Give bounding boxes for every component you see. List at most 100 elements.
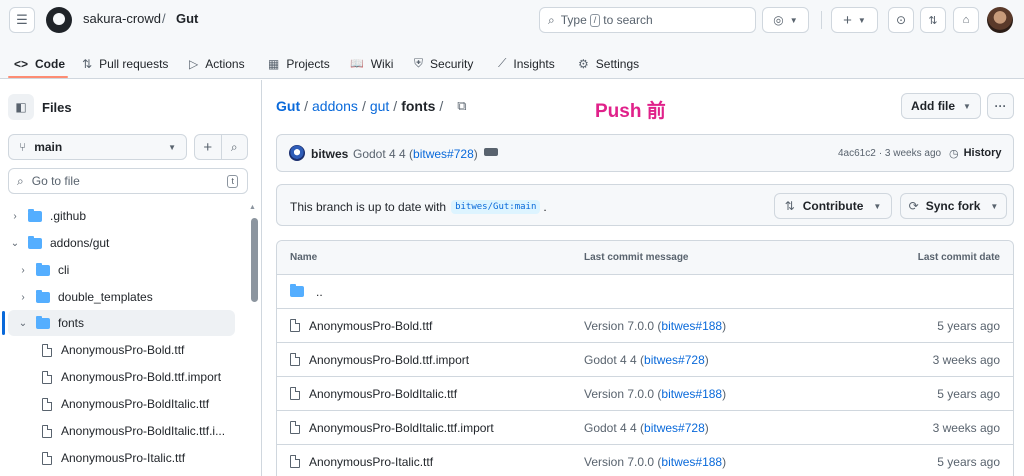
active-tab-indicator (8, 76, 68, 78)
tree-item-cli[interactable]: › cli (8, 257, 235, 283)
tree-item-file[interactable]: AnonymousPro-Italic.ttf (8, 445, 235, 471)
file-link[interactable]: AnonymousPro-BoldItalic.ttf.import (309, 421, 494, 435)
breadcrumb-current: fonts (401, 98, 436, 114)
row-commit-date: 5 years ago (937, 386, 1000, 401)
row-commit-link[interactable]: bitwes#728 (644, 421, 705, 435)
tree-item-label: .github (50, 209, 87, 223)
chevron-right-icon[interactable]: › (16, 292, 30, 303)
row-commit-link[interactable]: bitwes#188 (661, 455, 722, 469)
table-row-parent[interactable]: .. (276, 274, 1014, 308)
tab-actions[interactable]: ▷ Actions (189, 48, 245, 79)
tab-pull-requests[interactable]: ⇅ Pull requests (82, 48, 168, 79)
sync-fork-label: Sync fork (925, 199, 981, 213)
tree-item-label: AnonymousPro-BoldItalic.ttf.i... (61, 424, 226, 438)
search-suffix: to search (603, 13, 653, 27)
commit-sha[interactable]: 4ac61c2 (838, 148, 876, 159)
chevron-right-icon[interactable]: › (16, 265, 30, 276)
copy-path-icon[interactable]: ⧉ (457, 98, 466, 114)
tree-item-github[interactable]: › .github (8, 203, 235, 229)
chevron-down-icon: ▼ (857, 15, 866, 25)
tab-insights[interactable]: ⟋ Insights (498, 48, 555, 79)
sync-fork-button[interactable]: ⟳ Sync fork ▼ (900, 193, 1007, 219)
pull-requests-button[interactable]: ⇅ (920, 7, 946, 33)
file-link[interactable]: AnonymousPro-Italic.ttf (309, 455, 433, 469)
play-icon: ▷ (189, 56, 199, 71)
chevron-down-icon: ▼ (873, 201, 882, 211)
more-options-button[interactable]: ··· (987, 93, 1014, 119)
file-link[interactable]: AnonymousPro-Bold.ttf (309, 319, 432, 333)
github-logo-icon[interactable] (46, 7, 72, 33)
search-icon[interactable]: ⌕ (222, 140, 248, 155)
avatar[interactable] (289, 145, 305, 161)
history-link[interactable]: ◷ History (949, 147, 1002, 160)
repo-link[interactable]: Gut (176, 11, 198, 26)
tree-item-file[interactable]: AnonymousPro-Bold.ttf.import (8, 364, 235, 390)
row-commit-suffix: ) (722, 318, 727, 333)
search-icon: ⌕ (548, 12, 555, 27)
go-to-file-input[interactable]: ⌕ Go to file t (8, 168, 248, 194)
file-link[interactable]: AnonymousPro-Bold.ttf.import (309, 353, 469, 367)
ellipsis-expand-icon[interactable] (484, 148, 498, 156)
copilot-icon: ◎ (773, 13, 784, 27)
breadcrumb-link[interactable]: Gut (276, 98, 300, 114)
add-file-icon[interactable]: + (195, 139, 221, 156)
breadcrumb-link[interactable]: addons (312, 98, 358, 114)
file-icon (290, 421, 300, 434)
row-commit-link[interactable]: bitwes#188 (661, 319, 722, 333)
add-file-button[interactable]: Add file ▼ (901, 93, 981, 119)
collapse-sidebar-button[interactable]: ◧ (8, 94, 34, 120)
inbox-button[interactable]: ⌂ (953, 7, 979, 33)
selected-item-indicator (2, 311, 5, 335)
branch-select-button[interactable]: ⑂ main ▼ (8, 134, 187, 160)
breadcrumb: Gut / addons / gut / fonts / ⧉ (276, 98, 467, 114)
breadcrumb-separator: / (393, 98, 398, 114)
chevron-right-icon[interactable]: › (8, 211, 22, 222)
tree-item-label: AnonymousPro-BoldItalic.ttf (61, 397, 210, 411)
history-label: History (963, 147, 1002, 159)
tree-item-label: cli (58, 263, 70, 277)
chevron-down-icon[interactable]: ⌄ (8, 238, 22, 249)
row-commit-text: Godot 4 4 ( (584, 420, 645, 435)
tree-item-file[interactable]: AnonymousPro-Bold.ttf (8, 337, 235, 363)
tree-item-addons-gut[interactable]: ⌄ addons/gut (8, 230, 235, 256)
chevron-down-icon[interactable]: ⌄ (16, 318, 30, 329)
tree-item-label: AnonymousPro-Bold.ttf.import (61, 370, 222, 384)
commit-pr-link[interactable]: bitwes#728 (413, 147, 474, 161)
branch-ref-badge[interactable]: bitwes/Gut:main (451, 200, 541, 214)
contribute-label: Contribute (802, 199, 864, 213)
commit-meta: 4ac61c2 · 3 weeks ago (838, 148, 941, 159)
breadcrumb-separator: / (361, 98, 366, 114)
tab-wiki[interactable]: 📖 Wiki (350, 48, 393, 79)
breadcrumb-link[interactable]: gut (370, 98, 389, 114)
create-new-button[interactable]: + ▼ (831, 7, 878, 33)
tree-item-fonts[interactable]: ⌄ fonts (8, 310, 235, 336)
search-input[interactable]: ⌕ Type / to search (539, 7, 756, 33)
scroll-up-icon[interactable]: ▲ (249, 204, 256, 211)
tree-item-file[interactable]: AnonymousPro-BoldItalic.ttf (8, 391, 235, 417)
tab-code[interactable]: <> Code (14, 48, 65, 79)
tab-security[interactable]: ⛨ Security (414, 48, 473, 79)
table-row: AnonymousPro-BoldItalic.ttf Version 7.0.… (276, 376, 1014, 410)
avatar[interactable] (987, 7, 1013, 33)
tree-item-double-templates[interactable]: › double_templates (8, 284, 235, 310)
row-commit-link[interactable]: bitwes#188 (661, 387, 722, 401)
file-icon (290, 387, 300, 400)
tab-settings[interactable]: ⚙ Settings (578, 48, 639, 79)
file-link[interactable]: AnonymousPro-BoldItalic.ttf (309, 387, 457, 401)
commit-author[interactable]: bitwes (311, 147, 348, 161)
row-commit-link[interactable]: bitwes#728 (644, 353, 705, 367)
sidebar-icon: ◧ (15, 100, 27, 114)
tab-projects[interactable]: ▦ Projects (268, 48, 330, 79)
copilot-button[interactable]: ◎ ▼ (762, 7, 809, 33)
menu-button[interactable]: ☰ (9, 7, 35, 33)
row-commit-message: Version 7.0.0 (bitwes#188) (584, 387, 726, 401)
sidebar-scrollbar[interactable] (251, 218, 258, 302)
parent-directory-link[interactable]: .. (316, 285, 323, 299)
issues-button[interactable]: ⊙ (888, 7, 914, 33)
owner-link[interactable]: sakura-crowd (83, 11, 161, 26)
contribute-button[interactable]: ⇅ Contribute ▼ (774, 193, 892, 219)
tree-item-file[interactable]: AnonymousPro-BoldItalic.ttf.i... (8, 418, 235, 444)
commit-message-text: Godot 4 4 ( (353, 147, 414, 161)
file-icon (290, 455, 300, 468)
folder-icon (290, 284, 304, 297)
